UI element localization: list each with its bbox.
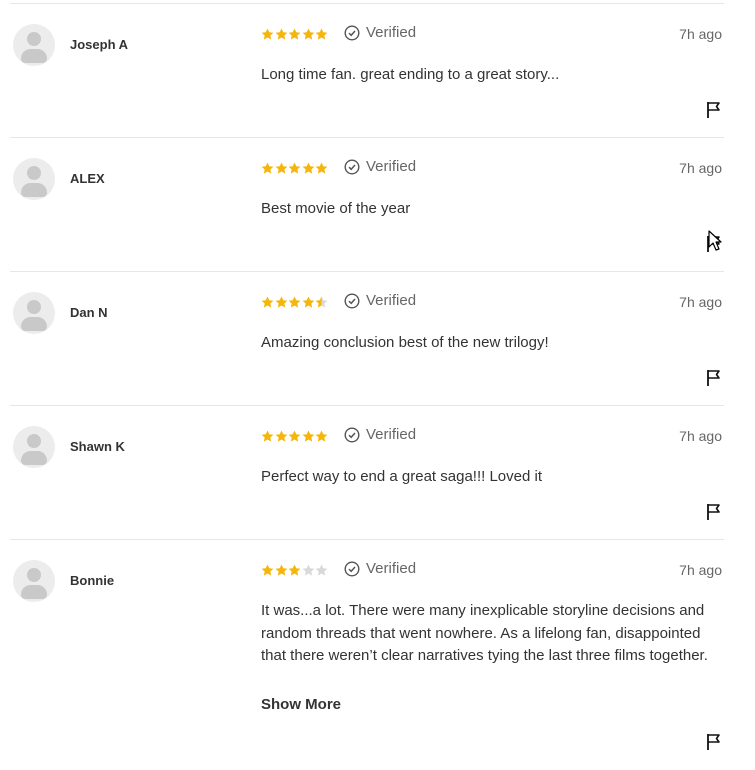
review-text: Amazing conclusion best of the new trilo…: [261, 334, 549, 351]
flag-icon[interactable]: [706, 733, 722, 751]
star-icon: [315, 28, 328, 40]
reviewer-name: Shawn K: [70, 439, 125, 454]
reviewer-name: Bonnie: [70, 573, 115, 588]
star-rating: [261, 564, 329, 580]
verified-label: Verified: [366, 158, 417, 175]
review-item: ALEX Verified 7h ago Best movie of the y…: [10, 137, 724, 271]
review-item: Dan N Verified 7h ago Amazing conclusion…: [10, 271, 724, 405]
star-icon: [302, 296, 315, 308]
review-item: Shawn K Verified 7h ago Perfect way to e…: [10, 405, 724, 539]
review-time: 7h ago: [679, 26, 722, 42]
review-time: 7h ago: [679, 428, 722, 444]
avatar-icon: [13, 158, 55, 200]
star-icon: [315, 430, 328, 442]
flag-icon[interactable]: [706, 369, 722, 387]
star-rating: [261, 28, 329, 44]
check-circle-icon: [344, 426, 360, 443]
star-icon: [302, 564, 315, 576]
review-time: 7h ago: [679, 160, 722, 176]
reviewer-name: Joseph A: [70, 37, 129, 52]
verified-badge: Verified: [344, 158, 416, 175]
star-icon: [261, 430, 274, 442]
review-time: 7h ago: [679, 294, 722, 310]
star-icon: [288, 162, 301, 174]
review-time: 7h ago: [679, 562, 722, 578]
star-rating: [261, 296, 329, 312]
star-icon: [275, 296, 287, 308]
verified-label: Verified: [366, 560, 417, 577]
verified-badge: Verified: [344, 560, 416, 577]
star-icon: [302, 162, 315, 174]
star-icon: [261, 28, 274, 40]
flag-icon[interactable]: [706, 101, 722, 119]
star-icon: [275, 564, 287, 576]
avatar-icon: [13, 292, 55, 334]
star-icon: [261, 296, 274, 308]
star-icon: [315, 296, 328, 308]
review-text: Best movie of the year: [261, 200, 411, 217]
reviews-list: Joseph A Verified 7h ago Long time fan. …: [10, 3, 724, 770]
flag-icon[interactable]: [706, 235, 722, 253]
star-icon: [275, 28, 287, 40]
star-icon: [315, 162, 328, 174]
reviewer-name: ALEX: [70, 171, 105, 186]
flag-icon[interactable]: [706, 503, 722, 521]
check-circle-icon: [344, 560, 360, 577]
review-text: It was...a lot. There were many inexplic…: [261, 602, 708, 664]
star-icon: [261, 162, 274, 174]
verified-label: Verified: [366, 292, 417, 309]
star-icon: [288, 430, 301, 442]
star-icon: [288, 564, 301, 576]
show-more-button[interactable]: Show More: [261, 696, 341, 713]
avatar-icon: [13, 426, 55, 468]
star-icon: [275, 162, 287, 174]
star-icon: [275, 430, 287, 442]
check-circle-icon: [344, 292, 360, 309]
verified-badge: Verified: [344, 24, 416, 41]
review-item: Bonnie Verified 7h ago It was...a lot. T…: [10, 539, 724, 770]
verified-label: Verified: [366, 426, 417, 443]
star-rating: [261, 430, 329, 446]
star-icon: [261, 564, 274, 576]
check-circle-icon: [344, 158, 360, 175]
star-icon: [315, 564, 328, 576]
review-text: Long time fan. great ending to a great s…: [261, 66, 560, 83]
star-icon: [302, 430, 315, 442]
star-icon: [288, 28, 301, 40]
check-circle-icon: [344, 24, 360, 41]
star-rating: [261, 162, 329, 178]
reviewer-name: Dan N: [70, 305, 108, 320]
star-icon: [288, 296, 301, 308]
avatar-icon: [13, 24, 55, 66]
verified-badge: Verified: [344, 292, 416, 309]
verified-badge: Verified: [344, 426, 416, 443]
review-item: Joseph A Verified 7h ago Long time fan. …: [10, 3, 724, 137]
review-text: Perfect way to end a great saga!!! Loved…: [261, 468, 543, 485]
avatar-icon: [13, 560, 55, 602]
star-icon: [302, 28, 315, 40]
verified-label: Verified: [366, 24, 417, 41]
